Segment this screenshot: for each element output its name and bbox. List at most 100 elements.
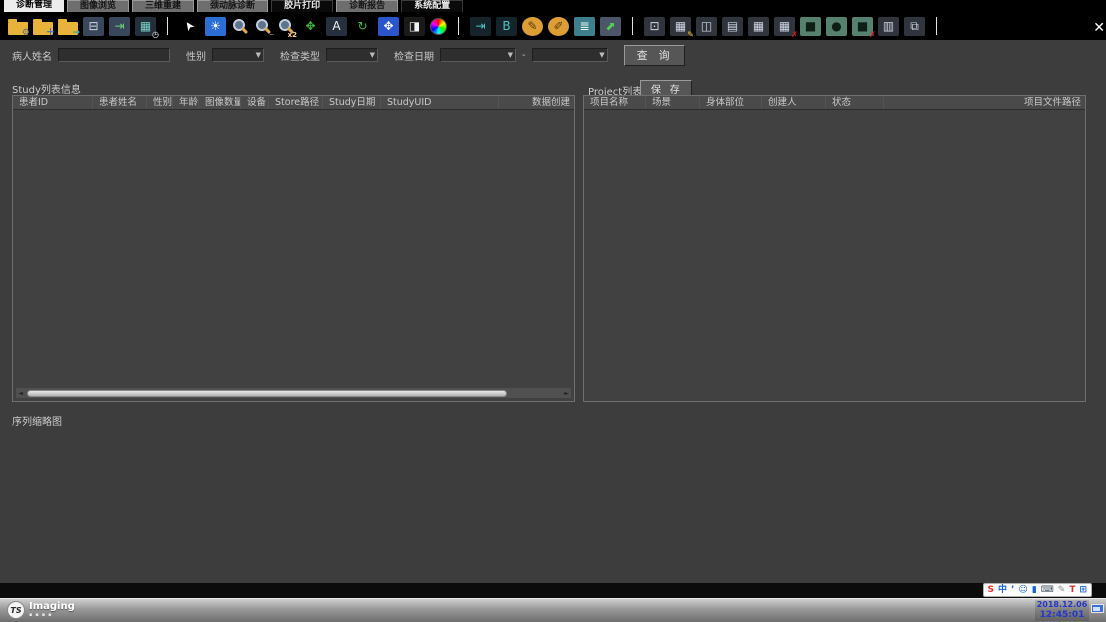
layout-edit-icon[interactable]: ▦✎ (670, 17, 691, 36)
column-header-4[interactable]: 图像数量 (199, 96, 241, 109)
export-folder-icon[interactable]: → (58, 22, 78, 35)
send-to-viewer-glyph: ⇥ (114, 19, 124, 33)
column-header-0[interactable]: 患者ID (13, 96, 93, 109)
clock-date: 2018.12.06 (1035, 600, 1089, 610)
gender-select[interactable]: ▼ (212, 48, 264, 62)
layout-grid-close-badge: ✗ (791, 31, 798, 39)
scrollbar-thumb[interactable] (27, 390, 507, 397)
cursor-select-icon[interactable]: ➤ (179, 17, 200, 36)
gender-label: 性别 (186, 48, 206, 63)
layout-grid-close-icon[interactable]: ▦✗ (774, 17, 795, 36)
send-to-viewer-icon[interactable]: ⇥ (109, 17, 130, 36)
fit-to-window-icon[interactable]: ✥ (378, 17, 399, 36)
column-header-6[interactable]: Store路径 (269, 96, 323, 109)
column-header-2[interactable]: 性别 (147, 96, 173, 109)
layout-rows-icon[interactable]: ▤ (722, 17, 743, 36)
exam-date-from-select[interactable]: ▼ (440, 48, 516, 62)
layout-columns-icon[interactable]: ▥ (878, 17, 899, 36)
column-header-3[interactable]: 创建人 (762, 96, 826, 109)
tab-6[interactable]: 系统配置 (401, 0, 463, 12)
zoom-2x-icon[interactable]: x2 (277, 17, 295, 35)
column-header-5[interactable]: 项目文件路径 (884, 96, 1085, 109)
zoom-region-icon[interactable]: ┄ (254, 17, 272, 35)
close-icon[interactable]: ✕ (1093, 21, 1105, 35)
logo-text: Imaging (29, 602, 75, 612)
open-study-folder-icon[interactable]: ⚙ (8, 22, 28, 35)
roi-delete-icon[interactable]: ■✗ (852, 17, 873, 36)
export-image-icon[interactable]: ⬈ (600, 17, 621, 36)
column-header-9[interactable]: 数据创建 (499, 96, 574, 109)
roi-ellipse-glyph: ● (831, 19, 841, 33)
color-palette-icon[interactable] (430, 18, 447, 35)
import-folder-icon[interactable]: ＋ (33, 22, 53, 35)
layout-single-glyph: ⊡ (649, 19, 659, 33)
annotation-text-glyph: A (332, 19, 340, 33)
patient-name-input[interactable] (58, 48, 170, 62)
column-header-0[interactable]: 项目名称 (584, 96, 646, 109)
toolbar-separator (936, 17, 937, 35)
export-image-glyph: ⬈ (605, 19, 615, 33)
film-import-icon[interactable]: ⇥ (470, 17, 491, 36)
export-folder-badge: → (72, 29, 80, 38)
layout-single-icon[interactable]: ⊡ (644, 17, 665, 36)
pan-move-icon[interactable]: ✥ (300, 17, 321, 36)
scroll-right-icon[interactable]: ► (562, 390, 571, 397)
roi-ellipse-icon[interactable]: ● (826, 17, 847, 36)
scroll-left-icon[interactable]: ◄ (16, 390, 25, 397)
layout-edit-badge: ✎ (687, 31, 694, 39)
report-document-icon[interactable]: ≣ (574, 17, 595, 36)
column-header-5[interactable]: 设备 (241, 96, 269, 109)
taskbar-clock[interactable]: 2018.12.06 12:45:01 (1035, 600, 1089, 621)
tab-2[interactable]: 三维重建 (132, 0, 194, 12)
toolbar-separator (458, 17, 459, 35)
window-level-glyph: ☀ (210, 19, 221, 33)
layout-two-columns-icon[interactable]: ◫ (696, 17, 717, 36)
archive-box-icon[interactable]: ▦◷ (135, 17, 156, 36)
tab-0[interactable]: 诊断管理 (4, 0, 64, 12)
language-bar-icon[interactable] (1091, 604, 1104, 613)
horizontal-scrollbar[interactable]: ◄ ► (16, 388, 571, 398)
emoji-face-icon[interactable]: ☺ (1018, 584, 1027, 596)
column-header-4[interactable]: 状态 (826, 96, 884, 109)
zoom-icon[interactable] (231, 17, 249, 35)
image-list-icon[interactable]: ⊟ (83, 17, 104, 36)
refresh-icon[interactable]: ↻ (352, 17, 373, 36)
tab-3[interactable]: 颈动脉诊断 (197, 0, 268, 12)
toolbox-grid-icon[interactable]: ⊞ (1079, 584, 1087, 596)
exam-type-select[interactable]: ▼ (326, 48, 378, 62)
film-batch-icon[interactable]: B (496, 17, 517, 36)
annotation-text-icon[interactable]: A (326, 17, 347, 36)
exam-date-to-select[interactable]: ▼ (532, 48, 608, 62)
invert-grayscale-icon[interactable]: ◨ (404, 17, 425, 36)
tab-4[interactable]: 胶片打印 (271, 0, 333, 12)
column-header-8[interactable]: StudyUID (381, 96, 499, 109)
layout-grid-icon[interactable]: ▦ (748, 17, 769, 36)
tab-1[interactable]: 图像浏览 (67, 0, 129, 12)
window-level-icon[interactable]: ☀ (205, 17, 226, 36)
sogou-logo-icon[interactable]: S (988, 584, 994, 596)
study-table-header: 患者ID患者姓名性别年龄图像数量设备Store路径Study日期StudyUID… (13, 96, 574, 110)
input-mode-chinese-icon[interactable]: 中 (998, 584, 1007, 596)
soft-keyboard-icon[interactable]: ⌨ (1041, 584, 1054, 596)
handwriting-icon[interactable]: ✎ (1058, 584, 1066, 596)
column-header-1[interactable]: 场景 (646, 96, 700, 109)
column-header-1[interactable]: 患者姓名 (93, 96, 147, 109)
main-toolbar: ⚙ ＋ →⊟ ⇥ ▦◷ ➤ ☀ ┄ x2 ✥ A ↻ ✥ ◨ ⇥ B ✎ ✐ ≣ ⬈ ⊡ ▦✎ ◫ ▤ ▦ ▦✗ ■ ● ■✗ ▥ ⧉ (0, 12, 1106, 40)
film-stack-icon[interactable]: ⧉ (904, 17, 925, 36)
column-header-2[interactable]: 身体部位 (700, 96, 762, 109)
study-panel-title: Study列表信息 (12, 81, 81, 96)
layout-rows-glyph: ▤ (727, 19, 738, 33)
column-header-7[interactable]: Study日期 (323, 96, 381, 109)
import-folder-badge: ＋ (46, 29, 55, 38)
punctuation-mode-icon[interactable]: ’ (1011, 584, 1014, 596)
column-header-3[interactable]: 年龄 (173, 96, 199, 109)
query-button[interactable]: 查 询 (624, 45, 685, 66)
voice-input-icon[interactable]: ▮ (1032, 584, 1037, 596)
fit-to-window-glyph: ✥ (383, 19, 393, 33)
cursor-select-glyph: ➤ (181, 18, 198, 34)
skin-shirt-icon[interactable]: T (1069, 584, 1075, 596)
measure-tool-2-icon[interactable]: ✐ (548, 17, 569, 36)
tab-5[interactable]: 诊断报告 (336, 0, 398, 12)
measure-tool-1-icon[interactable]: ✎ (522, 17, 543, 36)
roi-rectangle-icon[interactable]: ■ (800, 17, 821, 36)
